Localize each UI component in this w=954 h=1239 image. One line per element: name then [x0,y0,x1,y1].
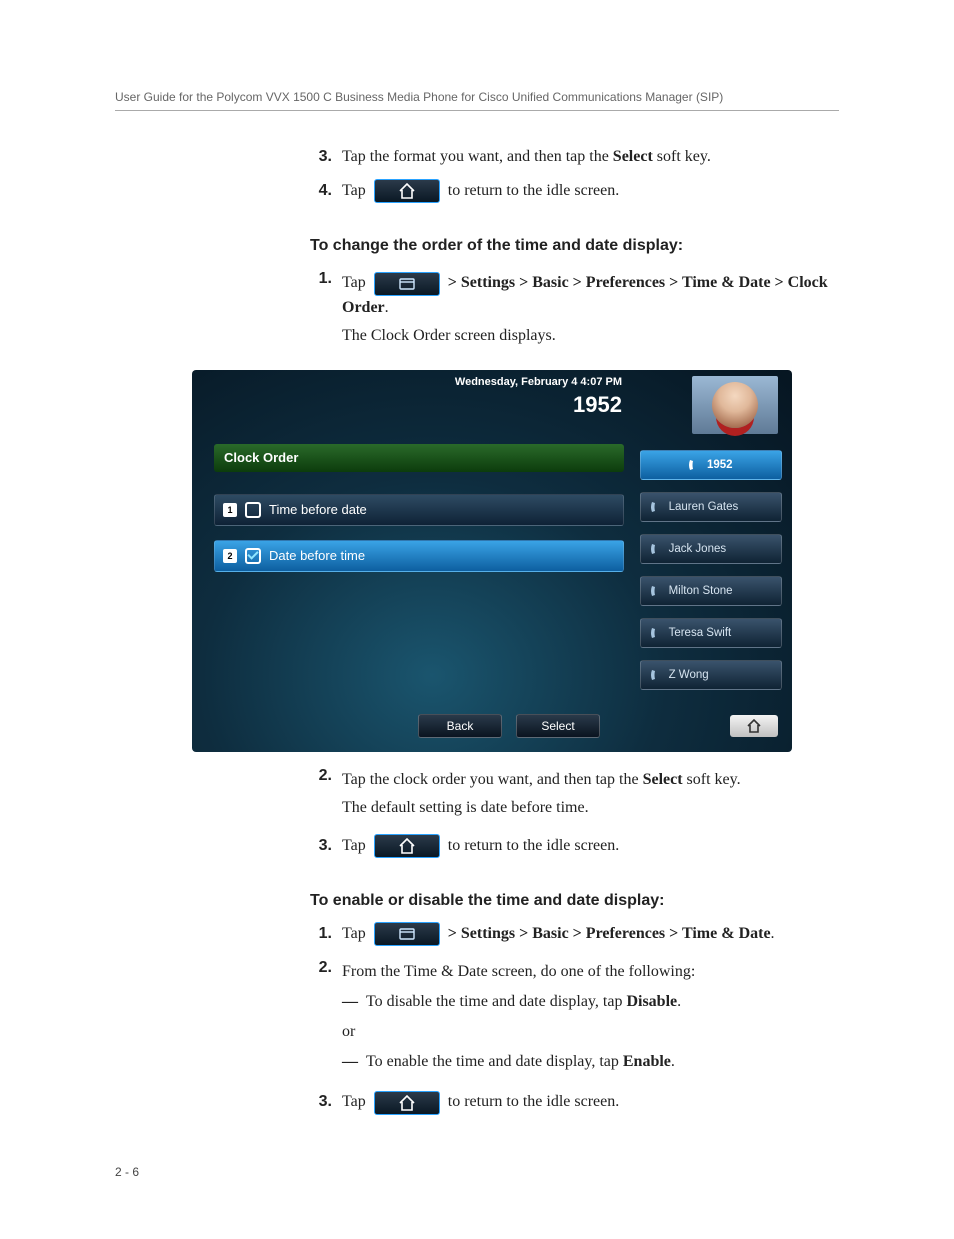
step-text: soft key. [683,771,741,788]
screen-title: Clock Order [214,444,624,472]
speed-dial[interactable]: Jack Jones [640,534,782,564]
note-text: The default setting is date before time. [342,796,839,820]
speed-dial-label: Jack Jones [669,543,727,555]
step-text: soft key. [653,148,711,165]
step-number: 3. [310,834,332,858]
page-header: User Guide for the Polycom VVX 1500 C Bu… [115,90,839,111]
speed-dial-label: Z Wong [669,669,709,681]
menu-icon [374,922,440,946]
step-text: to return to the idle screen. [448,837,620,854]
status-datetime: Wednesday, February 4 4:07 PM [455,376,622,388]
handset-icon [687,458,701,472]
menu-icon [374,272,440,296]
home-icon [374,179,440,203]
option-text: To disable the time and date display, ta… [366,993,626,1010]
home-softkey[interactable] [730,715,778,737]
section-heading: To change the order of the time and date… [310,237,839,255]
speed-dial[interactable]: Milton Stone [640,576,782,606]
step-number: 2. [310,956,332,1080]
handset-icon [649,500,663,514]
select-softkey[interactable]: Select [516,714,600,738]
checkbox-checked-icon [245,548,261,564]
handset-icon [649,584,663,598]
select-softkey-ref: Select [613,148,653,165]
step-text: From the Time & Date screen, do one of t… [342,960,839,984]
handset-icon [649,542,663,556]
step-number: 3. [310,1090,332,1114]
step-text: to return to the idle screen. [448,182,620,199]
speed-dial[interactable]: Teresa Swift [640,618,782,648]
speed-dial[interactable]: Lauren Gates [640,492,782,522]
status-extension: 1952 [573,392,622,418]
enable-ref: Enable [623,1053,671,1070]
option-date-before-time[interactable]: 2 Date before time [214,540,624,572]
line-key-label: 1952 [707,459,733,471]
step-number: 1. [310,267,332,351]
period: . [671,1053,675,1070]
select-softkey-ref: Select [643,771,683,788]
period: . [677,993,681,1010]
option-index-1: 1 [223,503,237,517]
page-number: 2 - 6 [115,1165,839,1179]
handset-icon [649,668,663,682]
tap-word: Tap [342,925,370,942]
speed-dial-label: Teresa Swift [669,627,732,639]
avatar [692,376,778,434]
section-heading: To enable or disable the time and date d… [310,892,839,910]
tap-word: Tap [342,274,370,291]
option-label: Time before date [269,502,367,517]
clock-order-screenshot: Wednesday, February 4 4:07 PM 1952 Clock… [192,370,792,752]
result-text: The Clock Order screen displays. [342,324,839,348]
menu-path: > Settings > Basic > Preferences > Time … [448,274,788,291]
tap-word: Tap [342,837,370,854]
tap-word: Tap [342,1093,370,1110]
menu-path: > Settings > Basic > Preferences > Time … [448,925,771,942]
tap-word: Tap [342,182,370,199]
option-label: Date before time [269,548,365,563]
period: . [771,925,775,942]
home-icon [746,719,762,733]
or-separator: or [342,1020,839,1044]
option-index-2: 2 [223,549,237,563]
dash-bullet: — [342,990,358,1014]
step-number: 4. [310,179,332,203]
period: . [385,299,389,316]
option-time-before-date[interactable]: 1 Time before date [214,494,624,526]
line-key-self[interactable]: 1952 [640,450,782,480]
main-content: 3. Tap the format you want, and then tap… [310,145,839,1115]
option-text: To enable the time and date display, tap [366,1053,623,1070]
speed-dial[interactable]: Z Wong [640,660,782,690]
handset-icon [649,626,663,640]
step-number: 1. [310,922,332,946]
speed-dial-label: Milton Stone [669,585,733,597]
step-text: Tap the format you want, and then tap th… [342,148,613,165]
checkbox-unchecked-icon [245,502,261,518]
back-softkey[interactable]: Back [418,714,502,738]
dash-bullet: — [342,1050,358,1074]
home-icon [374,834,440,858]
home-icon [374,1091,440,1115]
disable-ref: Disable [626,993,677,1010]
step-number: 3. [310,145,332,169]
step-text: Tap the clock order you want, and then t… [342,771,643,788]
step-number: 2. [310,764,332,824]
step-text: to return to the idle screen. [448,1093,620,1110]
speed-dial-label: Lauren Gates [669,501,739,513]
